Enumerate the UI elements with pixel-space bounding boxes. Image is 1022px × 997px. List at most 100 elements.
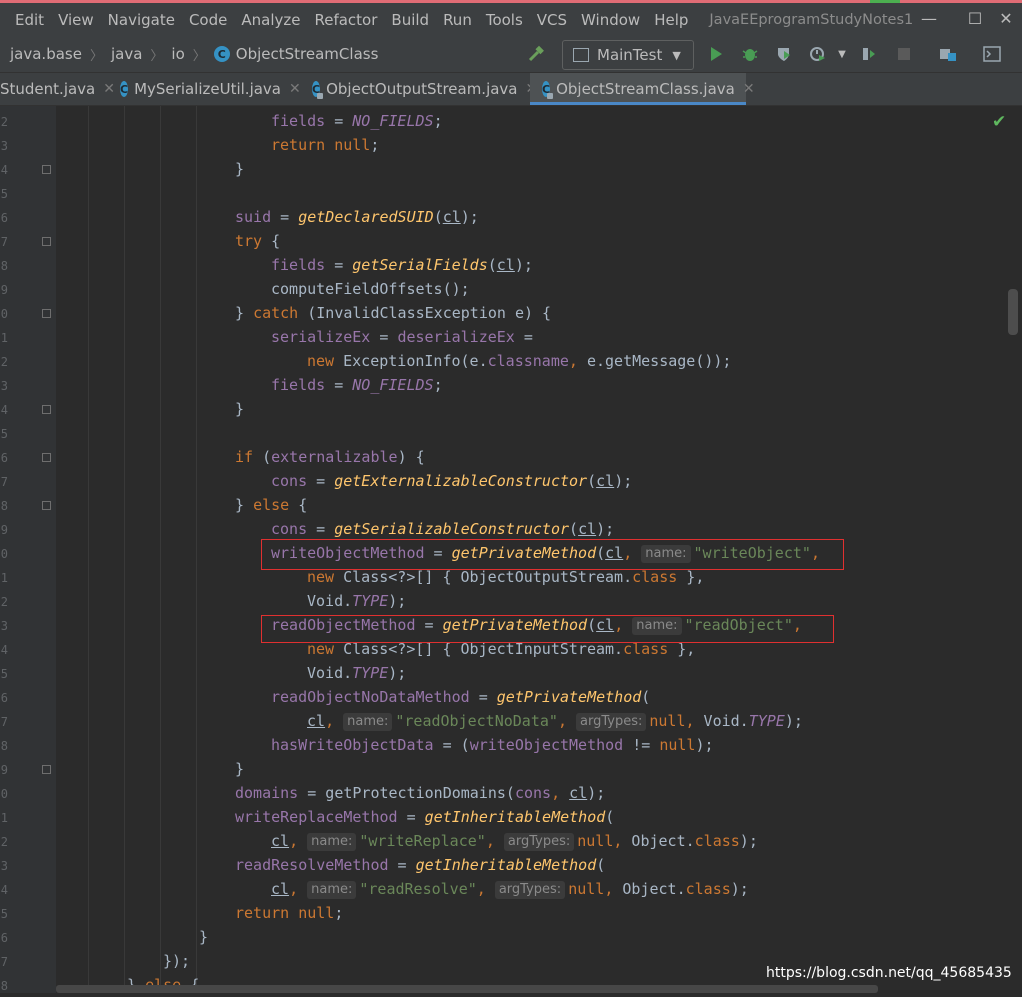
menu-bar: Edit View Navigate Code Analyze Refactor…: [0, 3, 1022, 36]
code-line[interactable]: writeReplaceMethod = getInheritableMetho…: [235, 805, 614, 829]
code-line[interactable]: cl, name: "readObjectNoData", argTypes: nu…: [307, 709, 803, 733]
profile-icon[interactable]: [808, 44, 828, 64]
code-line[interactable]: if (externalizable) {: [235, 445, 425, 469]
code-line[interactable]: cons = getSerializableConstructor(cl);: [271, 517, 614, 541]
menu-run[interactable]: Run: [436, 11, 479, 29]
minimize-button[interactable]: —: [906, 3, 952, 33]
breadcrumb-class[interactable]: ObjectStreamClass: [236, 45, 379, 63]
line-number: 1: [0, 571, 8, 585]
code-line[interactable]: cons = getExternalizableConstructor(cl);: [271, 469, 632, 493]
horizontal-scrollbar[interactable]: [56, 985, 878, 993]
code-line[interactable]: suid = getDeclaredSUID(cl);: [235, 205, 479, 229]
close-icon[interactable]: ✕: [289, 81, 301, 97]
fold-marker-icon[interactable]: [42, 765, 51, 774]
code-line[interactable]: }: [235, 157, 244, 181]
fold-marker-icon[interactable]: [42, 165, 51, 174]
menu-code[interactable]: Code: [182, 11, 234, 29]
code-token: cl: [578, 520, 597, 538]
attach-debugger-icon[interactable]: [860, 44, 880, 64]
fold-marker-icon[interactable]: [42, 405, 51, 414]
menu-navigate[interactable]: Navigate: [101, 11, 182, 29]
application-config-icon: [573, 48, 589, 62]
code-line[interactable]: }: [235, 397, 244, 421]
code-line[interactable]: Void.TYPE);: [307, 661, 406, 685]
menu-refactor[interactable]: Refactor: [307, 11, 384, 29]
chevron-down-icon[interactable]: ▼: [832, 44, 852, 64]
code-line[interactable]: cl, name: "readResolve", argTypes: null, O…: [271, 877, 749, 901]
tab-objectoutputstream-java[interactable]: C ObjectOutputStream.java ✕: [300, 73, 537, 105]
debug-icon[interactable]: [740, 44, 760, 64]
code-line[interactable]: serializeEx = deserializeEx =: [271, 325, 533, 349]
parameter-hint: name:: [343, 713, 393, 731]
code-token: Void.: [307, 592, 353, 610]
fold-marker-icon[interactable]: [42, 309, 51, 318]
code-editor[interactable]: fields = NO_FIELDS; return null;} suid = g…: [0, 106, 1022, 994]
line-number: 4: [0, 403, 8, 417]
line-number: 2: [0, 355, 8, 369]
breadcrumb-package-java[interactable]: java: [111, 45, 142, 63]
tab-myserializeutil-java[interactable]: C MySerializeUtil.java ✕: [110, 73, 301, 105]
code-token: (: [641, 688, 651, 706]
code-line[interactable]: hasWriteObjectData = (writeObjectMethod …: [271, 733, 714, 757]
close-icon[interactable]: ✕: [743, 81, 755, 97]
class-icon: C: [542, 81, 554, 99]
code-token: Object.: [622, 880, 686, 898]
close-window-button[interactable]: ✕: [990, 3, 1022, 33]
code-line[interactable]: cl, name: "writeReplace", argTypes: null, …: [271, 829, 758, 853]
code-token: try: [235, 232, 272, 250]
run-configuration-selector[interactable]: MainTest ▼: [562, 40, 694, 70]
fold-marker-icon[interactable]: [42, 501, 51, 510]
code-line[interactable]: return null;: [271, 133, 379, 157]
code-line[interactable]: });: [163, 949, 190, 973]
code-line[interactable]: } else {: [235, 493, 307, 517]
fold-marker-icon[interactable]: [42, 453, 51, 462]
menu-window[interactable]: Window: [574, 11, 647, 29]
code-token: =: [388, 856, 416, 874]
code-line[interactable]: readResolveMethod = getInheritableMethod…: [235, 853, 605, 877]
line-number: 3: [0, 859, 8, 873]
project-structure-icon[interactable]: [938, 44, 958, 64]
code-token: );: [388, 664, 407, 682]
coverage-icon[interactable]: [774, 44, 794, 64]
code-line[interactable]: fields = getSerialFields(cl);: [271, 253, 533, 277]
menu-view[interactable]: View: [51, 11, 101, 29]
menu-help[interactable]: Help: [647, 11, 695, 29]
class-icon: C: [120, 81, 129, 97]
code-line[interactable]: new ExceptionInfo(e.classname, e.getMess…: [307, 349, 731, 373]
menu-tools[interactable]: Tools: [479, 11, 530, 29]
code-line[interactable]: return null;: [235, 901, 343, 925]
hammer-icon[interactable]: [526, 44, 546, 64]
code-token: null: [577, 832, 614, 850]
code-line[interactable]: Void.TYPE);: [307, 589, 406, 613]
fold-marker-icon[interactable]: [42, 237, 51, 246]
code-token: cl: [271, 880, 290, 898]
code-line[interactable]: domains = getProtectionDomains(cons, cl)…: [235, 781, 605, 805]
code-line[interactable]: }: [199, 925, 208, 949]
code-token: fields: [271, 256, 326, 274]
line-number: 7: [0, 475, 8, 489]
code-line[interactable]: }: [235, 757, 244, 781]
vertical-scrollbar[interactable]: [1008, 289, 1018, 335]
code-line[interactable]: readObjectNoDataMethod = getPrivateMetho…: [271, 685, 650, 709]
menu-build[interactable]: Build: [384, 11, 436, 29]
stop-icon[interactable]: [894, 44, 914, 64]
breadcrumb-module[interactable]: java.base: [10, 45, 82, 63]
code-line[interactable]: computeFieldOffsets();: [271, 277, 470, 301]
tab-label: MySerializeUtil.java: [134, 80, 282, 98]
breadcrumb-package-io[interactable]: io: [171, 45, 184, 63]
menu-vcs[interactable]: VCS: [530, 11, 574, 29]
code-line[interactable]: fields = NO_FIELDS;: [271, 373, 443, 397]
code-line[interactable]: } catch (InvalidClassException e) {: [235, 301, 551, 325]
code-token: cl: [569, 784, 588, 802]
tab-student-java[interactable]: Student.java ✕: [0, 73, 115, 105]
menu-edit[interactable]: Edit: [0, 11, 51, 29]
terminal-icon[interactable]: [982, 44, 1002, 64]
run-icon[interactable]: [706, 44, 726, 64]
code-token: cl: [307, 712, 326, 730]
code-line[interactable]: fields = NO_FIELDS;: [271, 109, 443, 133]
line-number: 4: [0, 163, 8, 177]
code-token: =: [325, 112, 353, 130]
code-line[interactable]: try {: [235, 229, 280, 253]
menu-analyze[interactable]: Analyze: [234, 11, 307, 29]
tab-objectstreamclass-java[interactable]: C ObjectStreamClass.java ✕: [530, 73, 755, 105]
